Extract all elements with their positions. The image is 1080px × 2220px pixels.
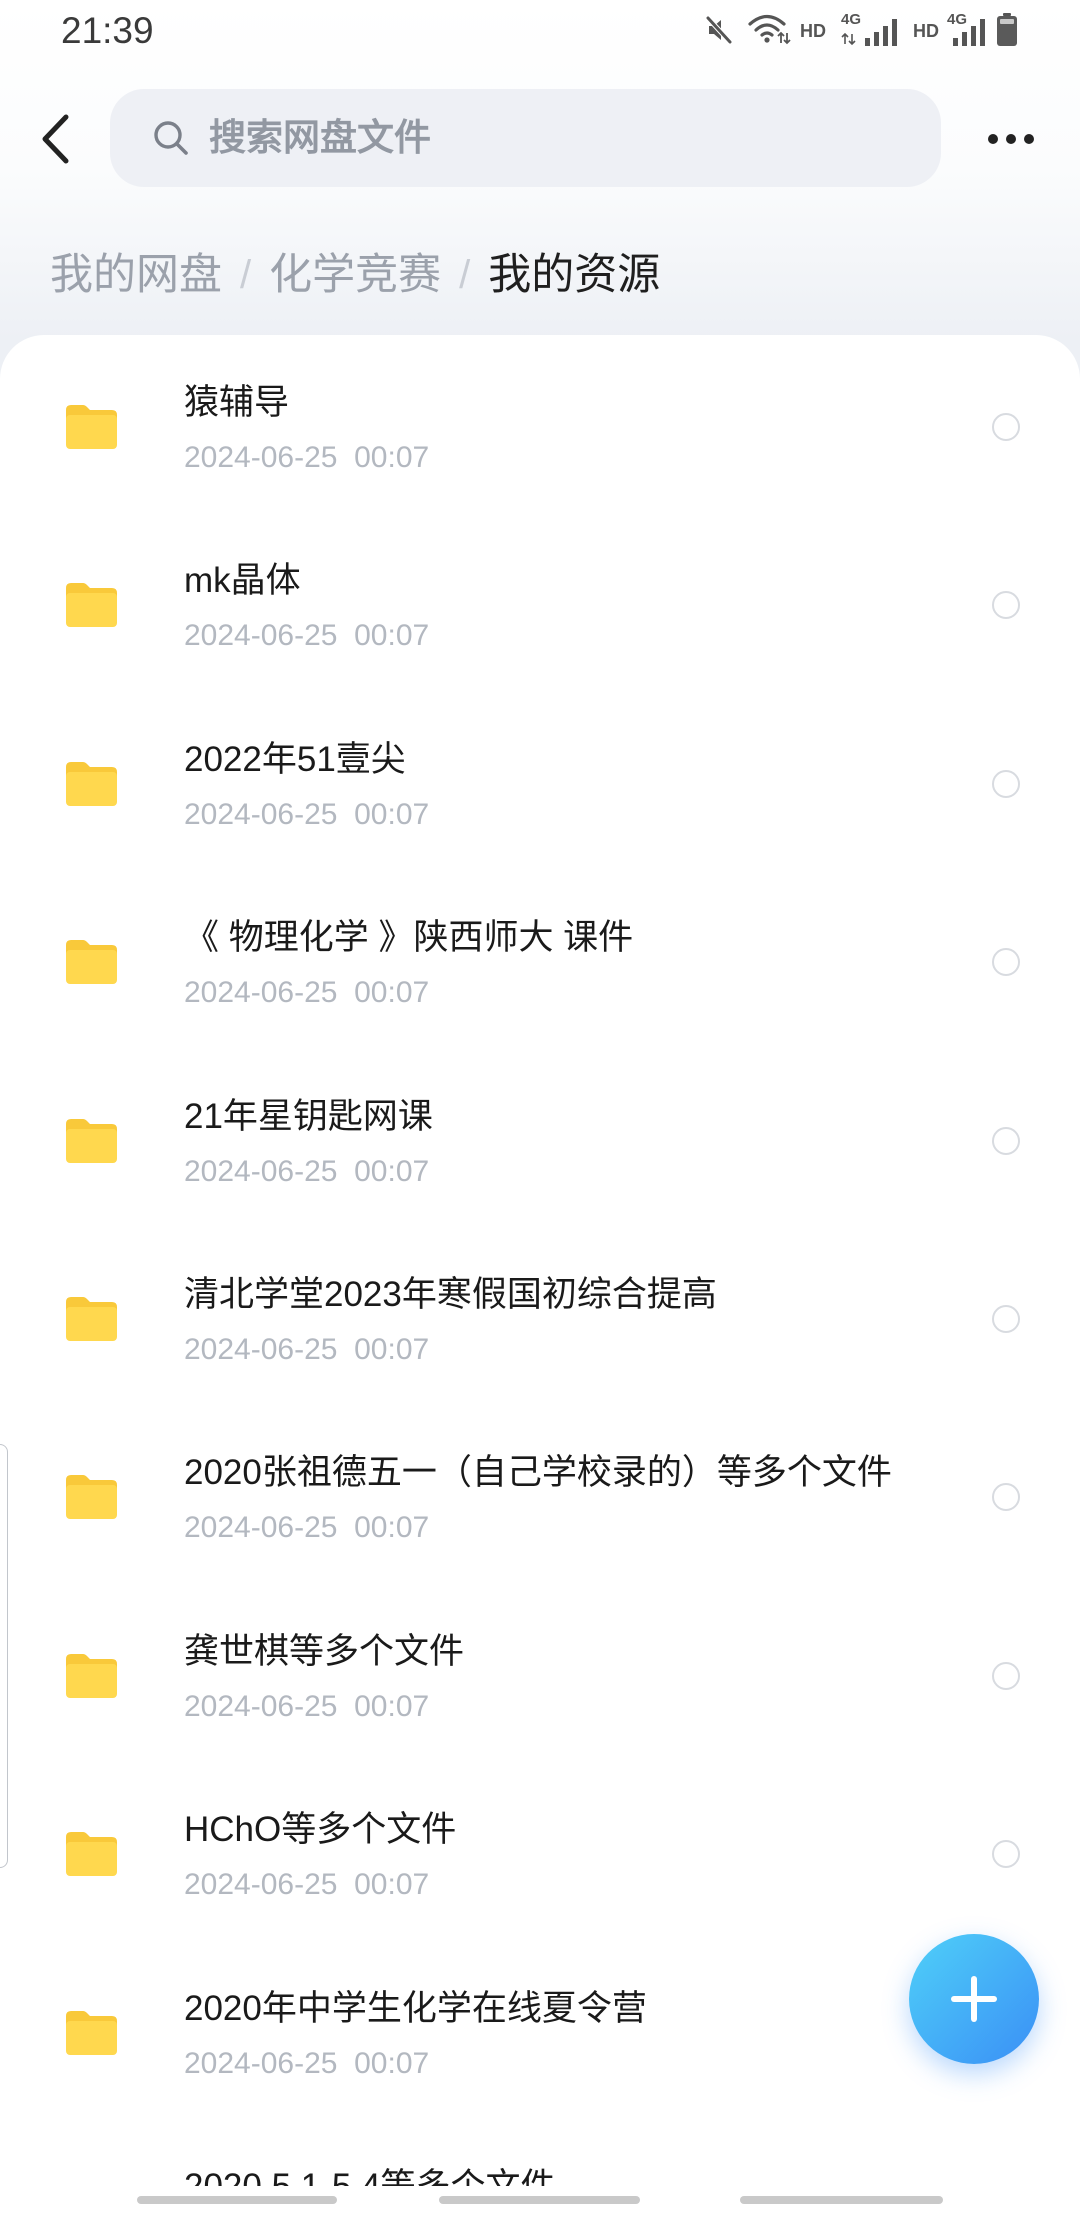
select-radio[interactable] xyxy=(992,769,1020,798)
breadcrumb-separator: / xyxy=(240,253,252,297)
select-radio[interactable] xyxy=(992,948,1020,977)
back-button[interactable] xyxy=(28,104,88,174)
breadcrumb: 我的网盘 / 化学竞赛 / 我的资源 xyxy=(50,245,660,305)
file-modified-date: 2024-06-25 00:07 xyxy=(184,619,430,653)
folder-icon xyxy=(64,1830,119,1878)
file-row[interactable]: 猿辅导 2024-06-25 00:07 xyxy=(0,338,1080,516)
file-modified-date: 2024-06-25 00:07 xyxy=(184,441,430,474)
file-name: 21年星钥匙网课 xyxy=(184,1096,433,1136)
hd-indicator: HD xyxy=(800,21,826,41)
breadcrumb-item-current: 我的资源 xyxy=(488,251,661,299)
status-time: 21:39 xyxy=(61,10,154,51)
breadcrumb-separator: / xyxy=(459,253,471,297)
nav-gesture-home[interactable] xyxy=(439,2196,640,2204)
select-radio[interactable] xyxy=(992,591,1020,620)
file-row[interactable]: 龚世棋等多个文件 2024-06-25 00:07 xyxy=(0,1587,1080,1765)
hd-indicator-2: HD xyxy=(913,21,939,41)
folder-icon xyxy=(64,403,119,451)
file-name: HChO等多个文件 xyxy=(184,1810,457,1850)
nav-gesture-back[interactable] xyxy=(740,2196,943,2204)
file-modified-date: 2024-06-25 00:07 xyxy=(184,1868,430,1902)
file-name: 龚世棋等多个文件 xyxy=(184,1631,465,1671)
signal-icon xyxy=(841,19,897,46)
folder-icon xyxy=(64,760,119,808)
back-arrow-icon xyxy=(42,114,69,164)
file-modified-date: 2024-06-25 00:07 xyxy=(184,1511,430,1545)
folder-icon xyxy=(64,2009,119,2057)
breadcrumb-item-my-drive[interactable]: 我的网盘 xyxy=(50,245,222,305)
file-modified-date: 2024-06-25 00:07 xyxy=(184,976,430,1010)
file-name: 2020年中学生化学在线夏令营 xyxy=(184,1988,647,2028)
file-row[interactable]: mk晶体 2024-06-25 00:07 xyxy=(0,516,1080,694)
file-name: 2020张祖德五一（自己学校录的）等多个文件 xyxy=(184,1453,892,1493)
side-panel-handle[interactable] xyxy=(0,1444,8,1868)
search-icon xyxy=(154,121,188,155)
file-name: 《 物理化学 》陕西师大 课件 xyxy=(184,918,634,958)
file-name: 清北学堂2023年寒假国初综合提高 xyxy=(184,1275,717,1314)
folder-icon xyxy=(64,1117,119,1165)
file-name: mk晶体 xyxy=(184,561,301,601)
file-modified-date: 2024-06-25 00:07 xyxy=(184,1154,430,1188)
add-button[interactable] xyxy=(909,1934,1039,2064)
select-radio[interactable] xyxy=(992,1483,1020,1512)
battery-icon xyxy=(997,13,1017,46)
mute-icon xyxy=(705,15,733,45)
file-row[interactable]: HChO等多个文件 2024-06-25 00:07 xyxy=(0,1765,1080,1943)
select-radio[interactable] xyxy=(992,413,1020,441)
navigation-bar xyxy=(0,2186,1080,2220)
file-row[interactable]: 《 物理化学 》陕西师大 课件 2024-06-25 00:07 xyxy=(0,873,1080,1051)
file-modified-date: 2024-06-25 00:07 xyxy=(184,1689,430,1723)
wifi-icon xyxy=(748,14,791,45)
nav-gesture-recents[interactable] xyxy=(137,2196,337,2204)
breadcrumb-item-chemistry[interactable]: 化学竞赛 xyxy=(269,245,441,305)
folder-icon xyxy=(64,581,119,629)
select-radio[interactable] xyxy=(992,1305,1020,1333)
file-modified-date: 2024-06-25 00:07 xyxy=(184,1333,430,1366)
network-type-label-2: 4G xyxy=(947,11,968,28)
file-row[interactable]: 清北学堂2023年寒假国初综合提高 2024-06-25 00:07 xyxy=(0,1230,1080,1408)
folder-icon xyxy=(64,1295,119,1343)
file-list-card: 猿辅导 2024-06-25 00:07 mk晶体 2024-06-25 00:07 2… xyxy=(0,335,1080,2220)
more-icon xyxy=(988,134,1034,144)
file-row[interactable]: 2022年51壹尖 2024-06-25 00:07 xyxy=(0,695,1080,873)
select-radio[interactable] xyxy=(992,1840,1020,1869)
file-list[interactable]: 猿辅导 2024-06-25 00:07 mk晶体 2024-06-25 00:07 2… xyxy=(0,338,1080,2220)
more-button[interactable] xyxy=(975,119,1045,159)
file-row[interactable]: 2020张祖德五一（自己学校录的）等多个文件 2024-06-25 00:07 xyxy=(0,1408,1080,1586)
file-name: 猿辅导 xyxy=(184,383,290,422)
search-bar[interactable] xyxy=(110,89,941,187)
file-row[interactable]: 21年星钥匙网课 2024-06-25 00:07 xyxy=(0,1052,1080,1230)
file-modified-date: 2024-06-25 00:07 xyxy=(184,2046,430,2080)
select-radio[interactable] xyxy=(992,1661,1020,1690)
folder-icon xyxy=(64,1473,119,1521)
select-radio[interactable] xyxy=(992,1126,1020,1155)
search-input[interactable] xyxy=(209,108,909,168)
folder-icon xyxy=(64,938,119,986)
file-modified-date: 2024-06-25 00:07 xyxy=(184,797,430,831)
file-name: 2022年51壹尖 xyxy=(184,739,406,779)
folder-icon xyxy=(64,1652,119,1700)
